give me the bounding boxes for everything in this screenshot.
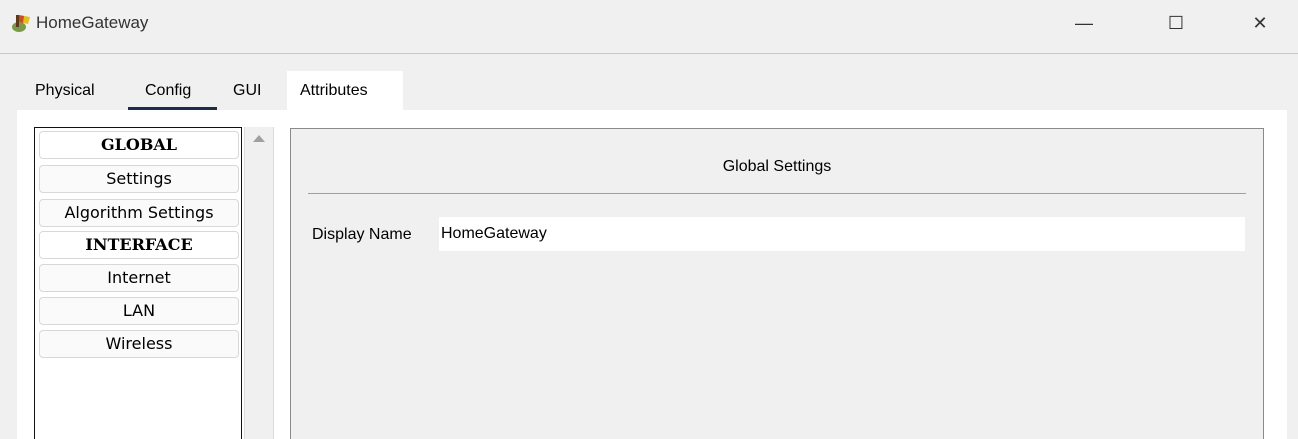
close-icon: ✕ <box>1252 12 1268 33</box>
global-settings-panel: Global Settings Display Name <box>290 128 1264 439</box>
nav-item-algorithm-settings[interactable]: Algorithm Settings <box>39 199 239 227</box>
tab-attributes[interactable]: Attributes <box>287 71 403 110</box>
minimize-button[interactable]: — <box>1056 0 1112 46</box>
tab-physical[interactable]: Physical <box>35 71 95 110</box>
maximize-icon: ☐ <box>1167 12 1185 33</box>
nav-header-global: GLOBAL <box>39 131 239 159</box>
router-icon <box>12 15 30 32</box>
maximize-button[interactable]: ☐ <box>1148 0 1204 46</box>
display-name-input[interactable] <box>439 217 1245 251</box>
nav-item-lan[interactable]: LAN <box>39 297 239 325</box>
nav-scrollbar[interactable] <box>244 127 274 439</box>
nav-item-wireless[interactable]: Wireless <box>39 330 239 358</box>
title-divider <box>0 53 1298 54</box>
tab-config[interactable]: Config <box>145 71 191 110</box>
display-name-label: Display Name <box>312 226 412 243</box>
settings-divider <box>308 193 1246 194</box>
scroll-up-arrow-icon[interactable] <box>253 135 265 142</box>
minimize-icon: — <box>1075 12 1093 33</box>
settings-title: Global Settings <box>722 158 832 175</box>
close-button[interactable]: ✕ <box>1232 0 1288 46</box>
nav-item-settings[interactable]: Settings <box>39 165 239 193</box>
nav-item-internet[interactable]: Internet <box>39 264 239 292</box>
window-title: HomeGateway <box>36 13 149 32</box>
title-bar: HomeGateway — ☐ ✕ <box>0 0 1298 52</box>
nav-header-interface: INTERFACE <box>39 231 239 259</box>
tab-gui[interactable]: GUI <box>233 71 261 110</box>
config-nav: GLOBAL Settings Algorithm Settings INTER… <box>34 127 242 439</box>
